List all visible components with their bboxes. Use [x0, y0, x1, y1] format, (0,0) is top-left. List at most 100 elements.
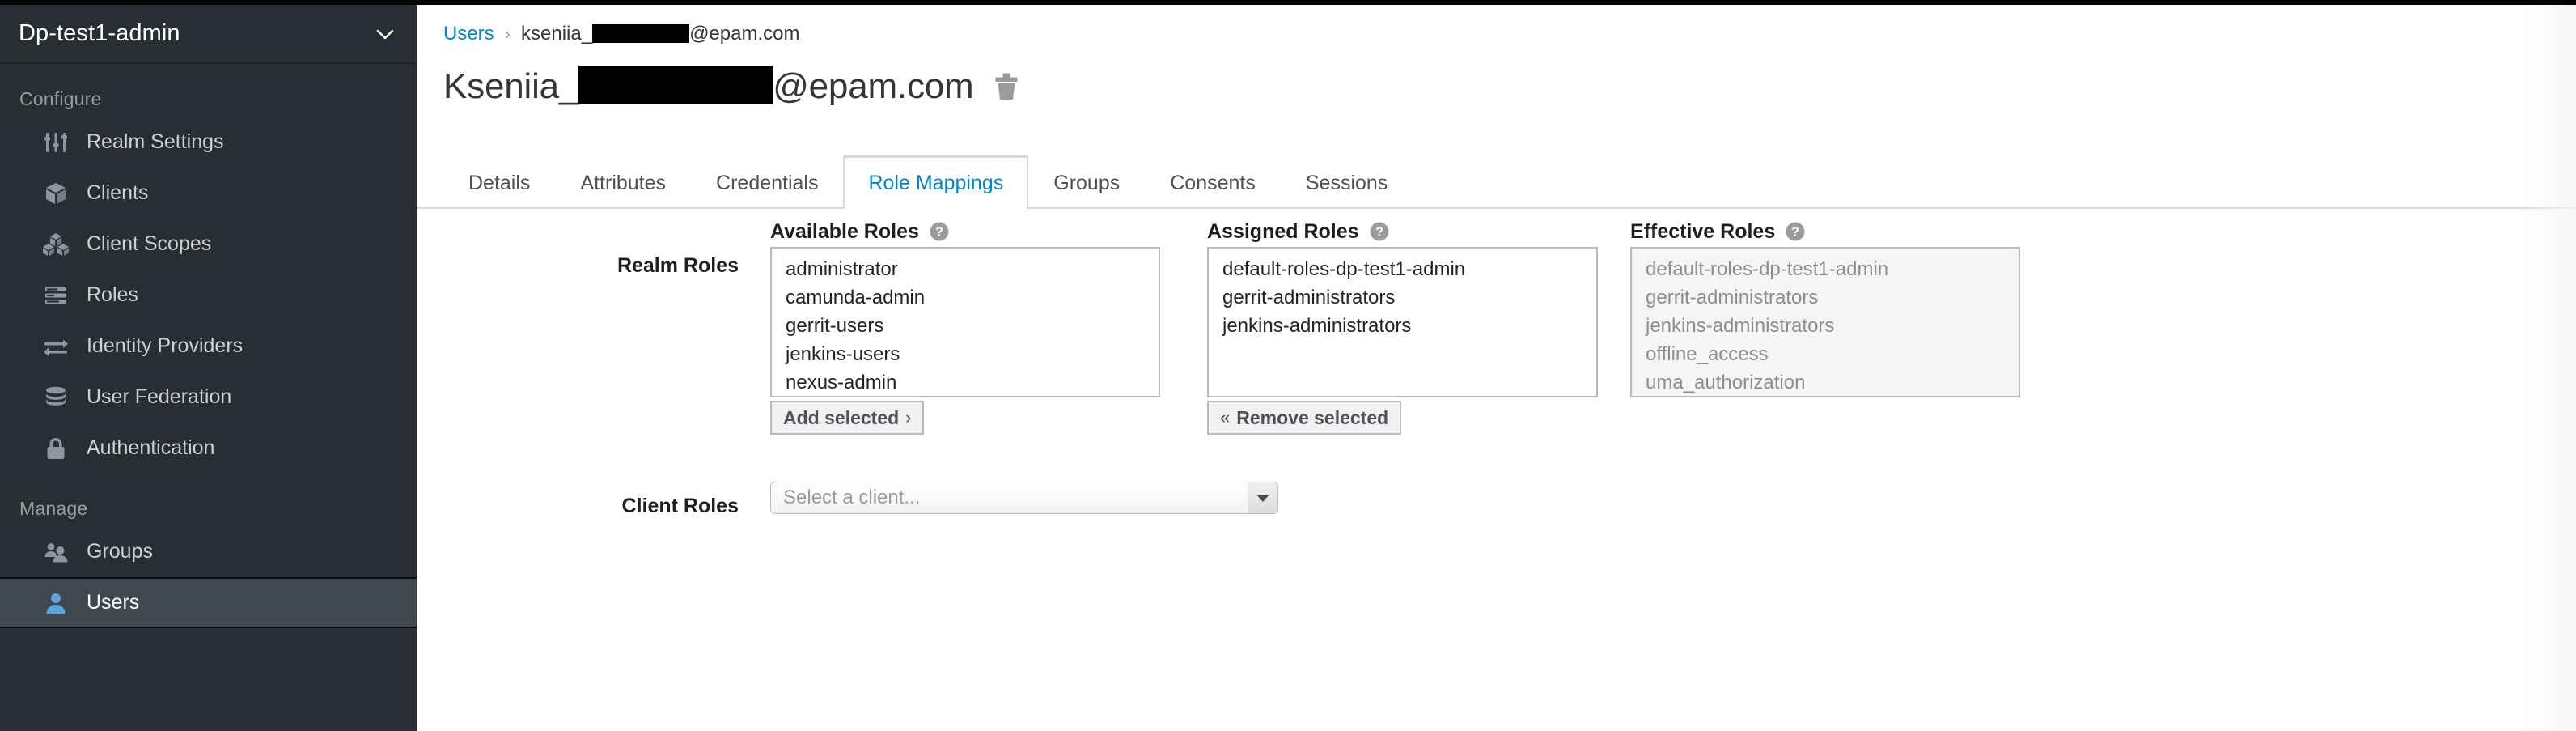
sidebar-item-roles[interactable]: Roles: [0, 270, 417, 321]
page-title: Kseniia_ @epam.com: [443, 66, 1019, 107]
client-roles-label: Client Roles: [621, 495, 739, 517]
available-roles-listbox[interactable]: administrator camunda-admin gerrit-users…: [770, 247, 1160, 397]
redaction-block: [592, 24, 690, 43]
nav-section-configure-label: Configure: [19, 88, 102, 109]
list-item[interactable]: administrator: [772, 255, 1159, 283]
main-content: Users › kseniia_ @epam.com Kseniia_ @epam.…: [417, 5, 2576, 731]
add-selected-button[interactable]: Add selected ›: [770, 401, 925, 435]
list-item: jenkins-administrators: [1646, 315, 1835, 337]
sidebar-item-label: Clients: [87, 181, 149, 204]
sidebar-item-label: User Federation: [87, 385, 232, 408]
sidebar-item-label: Roles: [87, 283, 138, 306]
database-icon: [43, 385, 69, 410]
cube-icon: [43, 181, 69, 206]
user-icon: [43, 590, 69, 616]
client-roles-row: Client Roles Select a client...: [417, 446, 2576, 518]
available-roles-heading: Available Roles ?: [770, 209, 1160, 247]
sliders-icon: [43, 130, 69, 155]
page-title-suffix: @epam.com: [773, 66, 974, 106]
list-item[interactable]: jenkins-administrators: [1209, 312, 1596, 340]
tab-bar: Details Attributes Credentials Role Mapp…: [417, 155, 2576, 210]
tab-sessions[interactable]: Sessions: [1281, 155, 1413, 209]
trash-icon[interactable]: [994, 72, 1019, 101]
assigned-roles-block: Assigned Roles ? default-roles-dp-test1-…: [1207, 209, 1598, 435]
realm-roles-label: Realm Roles: [616, 254, 739, 277]
list-item[interactable]: gerrit-users: [772, 312, 1159, 340]
sidebar-item-label: Realm Settings: [87, 130, 224, 153]
breadcrumb-users-link[interactable]: Users: [443, 23, 494, 45]
tab-attributes[interactable]: Attributes: [555, 155, 691, 209]
assigned-roles-listbox[interactable]: default-roles-dp-test1-admin gerrit-admi…: [1207, 247, 1598, 397]
sidebar-item-groups[interactable]: Groups: [0, 526, 417, 577]
remove-selected-button[interactable]: « Remove selected: [1207, 401, 1402, 435]
breadcrumb-current-user: kseniia_ @epam.com: [521, 23, 799, 45]
remove-selected-label: Remove selected: [1236, 406, 1389, 428]
lock-icon: [43, 436, 69, 461]
tab-consents[interactable]: Consents: [1145, 155, 1281, 209]
list-item[interactable]: jenkins-users: [772, 340, 1159, 368]
nav-section-manage-label: Manage: [19, 498, 88, 519]
tab-groups[interactable]: Groups: [1028, 155, 1145, 209]
tab-credentials[interactable]: Credentials: [691, 155, 843, 209]
sidebar-item-users[interactable]: Users: [0, 577, 417, 628]
breadcrumb-user-prefix: kseniia_: [521, 23, 593, 45]
client-select-wrapper: Select a client...: [770, 482, 1278, 514]
sidebar-item-authentication[interactable]: Authentication: [0, 423, 417, 474]
question-circle-icon[interactable]: ?: [929, 221, 950, 242]
client-select[interactable]: Select a client...: [770, 482, 1278, 514]
list-item: gerrit-administrators: [1646, 287, 1819, 308]
available-roles-heading-text: Available Roles: [770, 219, 919, 243]
tab-label: Credentials: [716, 171, 819, 194]
breadcrumb-user-suffix: @epam.com: [689, 23, 800, 45]
breadcrumb: Users › kseniia_ @epam.com: [443, 23, 799, 45]
page-title-prefix: Kseniia_: [443, 66, 579, 106]
realm-name: Dp-test1-admin: [19, 20, 180, 46]
sidebar-item-clients[interactable]: Clients: [0, 168, 417, 219]
list-item[interactable]: camunda-admin: [772, 283, 1159, 312]
assigned-roles-heading-text: Assigned Roles: [1207, 219, 1359, 243]
list-item[interactable]: nexus-admin: [772, 368, 1159, 396]
sidebar-item-identity-providers[interactable]: Identity Providers: [0, 321, 417, 372]
assigned-roles-heading: Assigned Roles ?: [1207, 209, 1598, 247]
client-select-value: Select a client...: [783, 487, 921, 508]
effective-roles-listbox: default-roles-dp-test1-admin gerrit-admi…: [1630, 247, 2020, 397]
list-item: uma_authorization: [1646, 372, 1806, 393]
tab-label: Attributes: [580, 171, 667, 194]
tab-label: Details: [468, 171, 531, 194]
sidebar-item-label: Users: [87, 591, 140, 614]
effective-roles-heading: Effective Roles ?: [1630, 209, 2020, 247]
tab-label: Role Mappings: [868, 172, 1004, 194]
sidebar-item-label: Authentication: [87, 436, 215, 459]
list-item: default-roles-dp-test1-admin: [1646, 258, 1889, 280]
exchange-arrows-icon: [43, 334, 69, 359]
sidebar-item-label: Groups: [87, 540, 153, 563]
tab-role-mappings[interactable]: Role Mappings: [843, 155, 1029, 210]
tab-label: Consents: [1170, 171, 1256, 194]
realm-selector[interactable]: Dp-test1-admin: [0, 5, 417, 64]
sidebar-item-label: Identity Providers: [87, 334, 244, 357]
sidebar-item-user-federation[interactable]: User Federation: [0, 372, 417, 423]
tab-details[interactable]: Details: [443, 155, 555, 209]
sidebar-item-client-scopes[interactable]: Client Scopes: [0, 219, 417, 270]
chevron-right-icon: ›: [905, 407, 912, 427]
tab-label: Groups: [1053, 171, 1121, 194]
chevron-down-icon: [375, 23, 396, 45]
question-circle-icon[interactable]: ?: [1369, 221, 1390, 242]
list-item[interactable]: gerrit-administrators: [1209, 283, 1596, 312]
svg-text:?: ?: [1791, 226, 1799, 240]
svg-text:?: ?: [935, 226, 943, 240]
available-roles-block: Available Roles ? administrator camunda-…: [770, 209, 1160, 435]
list-item[interactable]: default-roles-dp-test1-admin: [1209, 255, 1596, 283]
question-circle-icon[interactable]: ?: [1785, 221, 1806, 242]
list-rows-icon: [43, 283, 69, 308]
users-group-icon: [43, 539, 69, 565]
caret-down-icon[interactable]: [1248, 482, 1277, 513]
sidebar: Dp-test1-admin Configure Realm Settings: [0, 5, 417, 731]
redaction-block: [578, 66, 773, 104]
role-mappings-form: Realm Roles Available Roles ? administra…: [417, 209, 2576, 518]
tab-label: Sessions: [1305, 171, 1388, 194]
sidebar-item-realm-settings[interactable]: Realm Settings: [0, 117, 417, 168]
sidebar-item-label: Client Scopes: [87, 232, 212, 255]
breadcrumb-separator: ›: [504, 23, 511, 44]
double-chevron-left-icon: «: [1220, 407, 1231, 427]
